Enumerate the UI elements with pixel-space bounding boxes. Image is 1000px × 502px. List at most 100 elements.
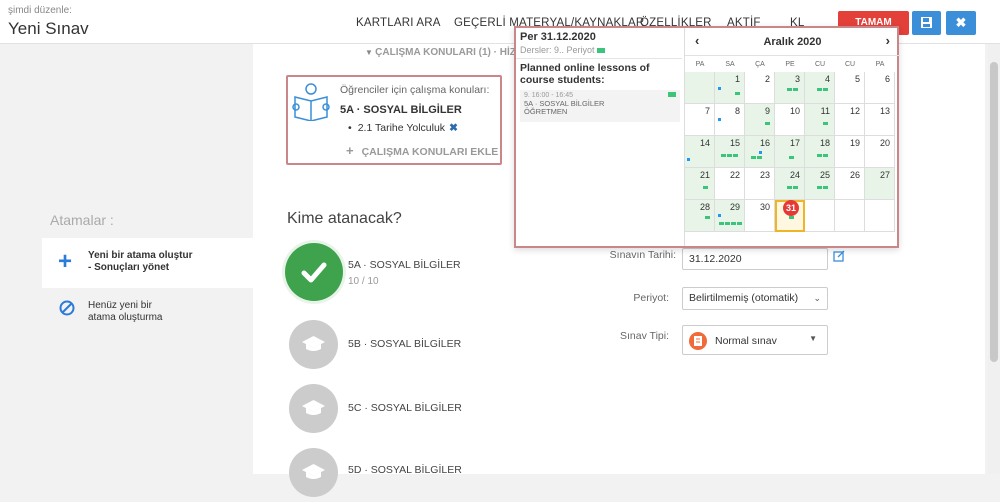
period-select[interactable]: Belirtilmemiş (otomatik) ⌄ — [682, 287, 828, 310]
calendar-day[interactable]: 7 — [685, 104, 715, 136]
video-icon — [823, 122, 828, 125]
day-number: 28 — [699, 202, 710, 212]
calendar-day-selected[interactable]: 31 — [775, 200, 805, 232]
calendar-day — [805, 200, 835, 232]
calendar-day[interactable]: 15 — [715, 136, 745, 168]
calendar-day[interactable]: 25 — [805, 168, 835, 200]
video-icon — [817, 88, 822, 91]
sidebar-item-new-assignment[interactable]: + Yeni bir atama oluştur - Sonuçları yön… — [42, 238, 253, 288]
calendar-day[interactable]: 6 — [865, 72, 895, 104]
day-number: 14 — [699, 138, 710, 148]
next-month-button[interactable]: › — [886, 33, 890, 48]
sidebar-item-no-assignment[interactable]: Henüz yeni bir atama oluşturma — [42, 294, 253, 334]
day-number: 26 — [849, 170, 860, 180]
class-count: 10 / 10 — [348, 276, 379, 287]
scrollbar[interactable] — [988, 44, 1000, 474]
calendar-day[interactable]: 13 — [865, 104, 895, 136]
day-number: 21 — [699, 170, 710, 180]
video-icon — [731, 222, 736, 225]
video-icon — [765, 122, 770, 125]
calendar-day[interactable]: 24 — [775, 168, 805, 200]
weekday-label: PE — [785, 61, 795, 68]
calendar-day[interactable]: 3 — [775, 72, 805, 104]
weekday-label: ÇA — [755, 61, 765, 68]
video-icon — [596, 48, 605, 54]
save-button[interactable] — [912, 11, 941, 35]
reading-student-icon — [292, 83, 330, 121]
plus-icon: + — [58, 248, 73, 275]
calendar-day[interactable]: 27 — [865, 168, 895, 200]
video-icon — [757, 156, 762, 159]
close-icon: ✖ — [955, 15, 967, 30]
period-label: Periyot: — [633, 292, 669, 304]
calendar-day[interactable]: 30 — [745, 200, 775, 232]
day-number: 31 — [783, 200, 799, 216]
sidebar-title: Atamalar : — [50, 212, 114, 228]
calendar-day[interactable] — [685, 72, 715, 104]
konu-section-header[interactable]: ▼ ÇALIŞMA KONULARI (1) · HİZMET — [365, 47, 537, 58]
video-icon — [735, 92, 740, 95]
divider — [516, 58, 682, 59]
calendar-day[interactable]: 21 — [685, 168, 715, 200]
calendar-day[interactable]: 18 — [805, 136, 835, 168]
calendar-day[interactable]: 17 — [775, 136, 805, 168]
calendar-day[interactable]: 14 — [685, 136, 715, 168]
calendar-day[interactable]: 4 — [805, 72, 835, 104]
topic-item: • 2.1 Tarihe Yolculuk ✖ — [348, 122, 458, 134]
calendar-day[interactable]: 29 — [715, 200, 745, 232]
video-icon — [817, 186, 822, 189]
day-number: 12 — [849, 106, 860, 116]
sidebar-item-label: Yeni bir atama oluştur - Sonuçları yönet — [88, 250, 192, 274]
video-icon — [668, 92, 676, 97]
calendar-day[interactable]: 12 — [835, 104, 865, 136]
class-checkbox[interactable] — [289, 384, 338, 433]
calendar-day[interactable]: 23 — [745, 168, 775, 200]
lesson-info: Dersler: 9.. Periyot — [520, 45, 605, 55]
class-checkbox[interactable] — [289, 448, 338, 497]
calendar-day[interactable]: 28 — [685, 200, 715, 232]
calendar-day[interactable]: 5 — [835, 72, 865, 104]
video-icon — [727, 154, 732, 157]
add-topic-button[interactable]: + ÇALIŞMA KONULARI EKLE — [346, 143, 498, 158]
calendar-day[interactable]: 19 — [835, 136, 865, 168]
close-button[interactable]: ✖ — [946, 11, 976, 35]
event-dot-icon — [718, 87, 721, 90]
scrollbar-thumb[interactable] — [990, 62, 998, 362]
day-number: 29 — [729, 202, 740, 212]
remove-topic-icon[interactable]: ✖ — [449, 122, 458, 134]
lesson-info-text: Dersler: 9.. Periyot — [520, 45, 595, 55]
day-number: 4 — [824, 74, 830, 84]
calendar-day[interactable]: 22 — [715, 168, 745, 200]
calendar-day[interactable]: 20 — [865, 136, 895, 168]
video-icon — [823, 186, 828, 189]
ban-icon — [59, 300, 75, 316]
class-checkbox-selected[interactable] — [285, 243, 343, 301]
edit-date-icon[interactable] — [833, 250, 845, 262]
calendar-day — [835, 200, 865, 232]
exam-type-select[interactable]: Normal sınav ▼ — [682, 325, 828, 355]
video-icon — [787, 186, 792, 189]
day-number: 30 — [759, 202, 770, 212]
caret-down-icon: ▼ — [809, 334, 817, 343]
calendar-day[interactable]: 2 — [745, 72, 775, 104]
nav-kartlari-ara[interactable]: KARTLARI ARA — [356, 17, 441, 29]
day-number: 5 — [854, 74, 860, 84]
calendar-day[interactable]: 16 — [745, 136, 775, 168]
sidebar-item-label-line1: Yeni bir atama oluştur — [88, 250, 193, 261]
calendar-day[interactable]: 11 — [805, 104, 835, 136]
calendar-day[interactable]: 9 — [745, 104, 775, 136]
class-checkbox[interactable] — [289, 320, 338, 369]
topics-title: Öğrenciler için çalışma konuları: — [340, 84, 490, 96]
day-number: 13 — [879, 106, 890, 116]
calendar-day[interactable]: 26 — [835, 168, 865, 200]
topic-item-label: 2.1 Tarihe Yolculuk — [357, 122, 446, 134]
check-icon — [301, 262, 327, 283]
date-input[interactable]: 31.12.2020 — [682, 248, 828, 270]
calendar-day[interactable]: 8 — [715, 104, 745, 136]
calendar-day[interactable]: 1 — [715, 72, 745, 104]
weekday-label: PA — [695, 61, 705, 68]
video-icon — [789, 216, 794, 219]
event-item[interactable]: 9. 16:00 - 16:45 5A · SOSYAL BİLGİLER ÖĞ… — [520, 90, 680, 122]
weekday-label: CU — [814, 61, 826, 68]
calendar-day[interactable]: 10 — [775, 104, 805, 136]
